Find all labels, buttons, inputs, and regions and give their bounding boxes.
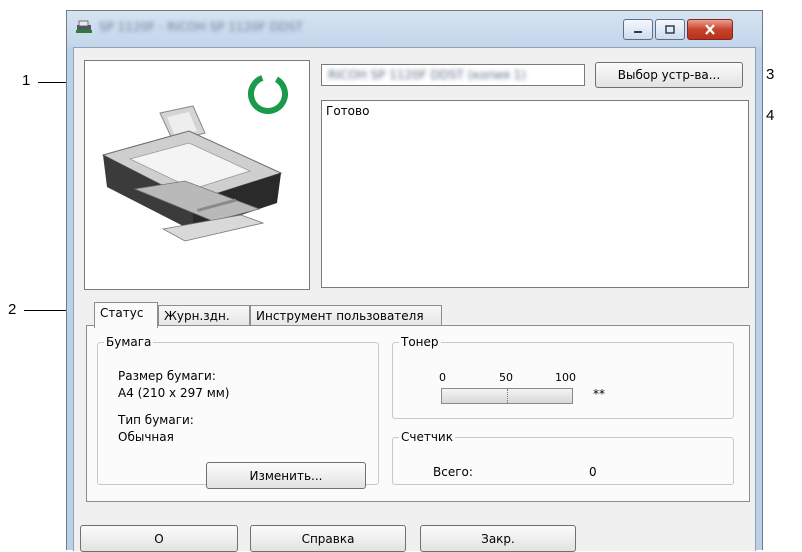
toner-scale-min: 0: [439, 371, 446, 384]
callout-3: 3: [766, 66, 775, 83]
toner-level-bar: [441, 388, 573, 404]
toner-group-label: Тонер: [401, 335, 439, 349]
status-tab-panel: Бумага Размер бумаги: A4 (210 x 297 мм) …: [86, 325, 750, 502]
counter-group-label: Счетчик: [401, 430, 453, 444]
counter-total-label: Всего:: [433, 465, 473, 479]
callout-1: 1: [22, 72, 31, 89]
close-button[interactable]: Закр.: [420, 525, 576, 552]
tab-status[interactable]: Статус: [94, 302, 158, 328]
paper-group: Бумага Размер бумаги: A4 (210 x 297 мм) …: [97, 335, 379, 489]
close-icon: [705, 24, 715, 35]
ok-label: O: [154, 531, 164, 546]
change-paper-button[interactable]: Изменить...: [206, 462, 366, 489]
tab-job-log-label: Журн.здн.: [164, 309, 230, 323]
maximize-button[interactable]: [655, 19, 685, 40]
close-window-button[interactable]: [687, 19, 733, 40]
device-name-field[interactable]: RICOH SP 1120F DDST (копия 1): [321, 64, 585, 86]
toner-group: Тонер 0 50 100 **: [392, 335, 734, 419]
select-device-label: Выбор устр-ва...: [617, 68, 721, 82]
counter-group: Счетчик Всего: 0: [392, 430, 734, 485]
help-button[interactable]: Справка: [250, 525, 406, 552]
maximize-icon: [665, 25, 675, 34]
close-label: Закр.: [481, 531, 515, 546]
callout-2: 2: [8, 301, 17, 318]
select-device-button[interactable]: Выбор устр-ва...: [595, 62, 743, 88]
toner-scale-max: 100: [555, 371, 576, 384]
toner-level-text: **: [593, 387, 605, 401]
window-client-area: RICOH SP 1120F DDST (копия 1) Выбор устр…: [73, 47, 756, 552]
tab-user-tool-label: Инструмент пользователя: [256, 309, 424, 323]
paper-type-label: Тип бумаги:: [118, 413, 194, 427]
status-indicator-icon: [248, 74, 288, 114]
paper-group-label: Бумага: [106, 335, 152, 349]
printer-image-panel: [84, 60, 310, 290]
minimize-icon: [634, 30, 642, 33]
printer-app-icon: [76, 20, 92, 33]
toner-scale-mid: 50: [499, 371, 513, 384]
tab-status-label: Статус: [100, 306, 144, 320]
tab-job-log[interactable]: Журн.здн.: [158, 305, 250, 326]
device-name-value: RICOH SP 1120F DDST (копия 1): [328, 68, 526, 82]
paper-size-value: A4 (210 x 297 мм): [118, 386, 230, 400]
paper-type-value: Обычная: [118, 430, 174, 444]
paper-size-label: Размер бумаги:: [118, 369, 216, 383]
minimize-button[interactable]: [623, 19, 653, 40]
window-title: SP 1120F - RICOH SP 1120F DDST: [99, 20, 303, 34]
toner-bar-midmark: [507, 389, 508, 403]
status-monitor-window: SP 1120F - RICOH SP 1120F DDST RICOH SP …: [66, 10, 763, 552]
tab-user-tool[interactable]: Инструмент пользователя: [250, 305, 442, 326]
status-message-box: Готово: [321, 100, 749, 288]
change-paper-label: Изменить...: [249, 468, 323, 483]
status-message: Готово: [326, 104, 370, 118]
counter-total-value: 0: [589, 465, 597, 479]
title-bar[interactable]: SP 1120F - RICOH SP 1120F DDST: [67, 11, 762, 45]
callout-4: 4: [766, 107, 775, 124]
ok-button[interactable]: O: [80, 525, 238, 552]
help-label: Справка: [301, 531, 355, 546]
